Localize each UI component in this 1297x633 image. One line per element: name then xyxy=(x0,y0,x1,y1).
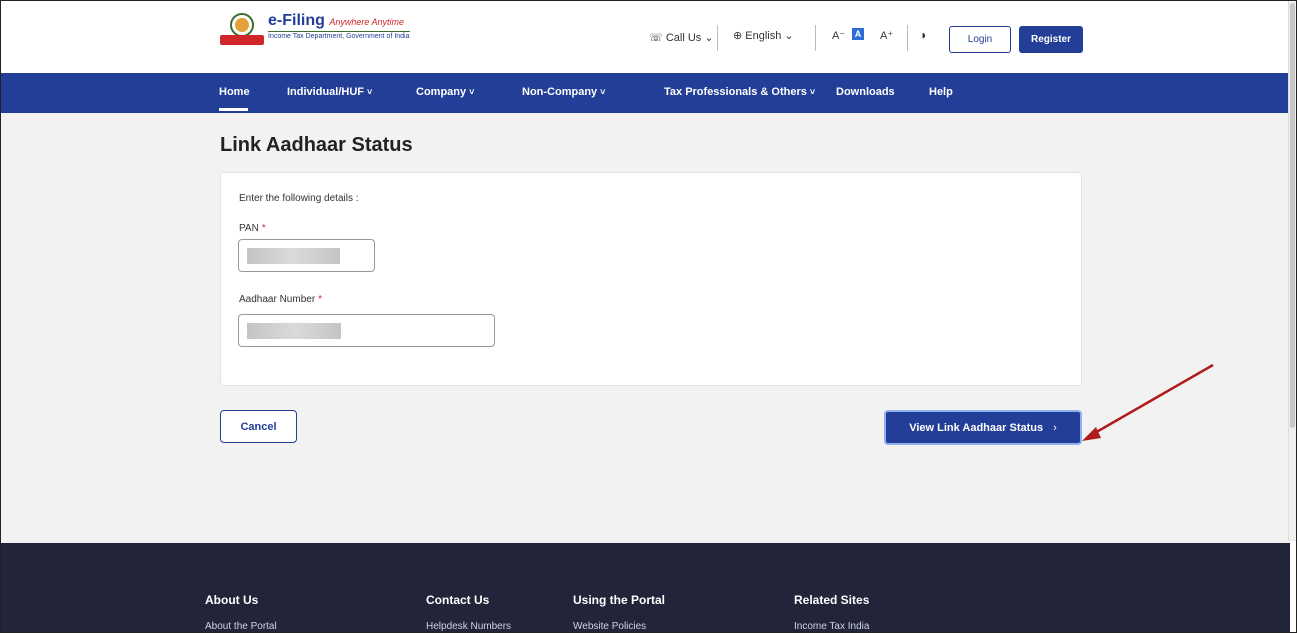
nav-home[interactable]: Home xyxy=(219,86,250,98)
divider xyxy=(907,25,908,51)
logo-subtitle: Income Tax Department, Government of Ind… xyxy=(268,31,410,40)
aadhaar-input[interactable] xyxy=(238,314,495,347)
logo-title: e-Filing Anywhere Anytime xyxy=(268,12,405,29)
pan-input[interactable] xyxy=(238,239,375,272)
call-us-dropdown[interactable]: ☏ Call Us ⌄ xyxy=(649,31,714,44)
main-content: Link Aadhaar Status Enter the following … xyxy=(1,113,1290,543)
divider xyxy=(717,25,718,51)
logo-tagline: Anywhere Anytime xyxy=(329,17,405,27)
login-button[interactable]: Login xyxy=(949,26,1011,53)
chevron-down-icon: ⌄ xyxy=(704,32,714,44)
nav-downloads[interactable]: Downloads xyxy=(836,86,895,98)
language-label: English xyxy=(745,30,782,42)
divider xyxy=(815,25,816,51)
chevron-down-icon: ⌄ xyxy=(784,30,794,42)
font-increase-button[interactable]: A⁺ xyxy=(880,29,893,42)
nav-tax-professionals[interactable]: Tax Professionals & Others ˅ xyxy=(664,86,815,98)
chevron-down-icon: ˅ xyxy=(600,87,606,97)
form-instruction: Enter the following details : xyxy=(239,193,359,204)
vertical-scrollbar[interactable] xyxy=(1288,1,1296,541)
footer-heading-contact: Contact Us xyxy=(426,593,490,607)
nav-non-company[interactable]: Non-Company ˅ xyxy=(522,86,605,98)
globe-icon: ⊕ xyxy=(733,30,743,42)
chevron-right-icon: › xyxy=(1053,421,1057,434)
browser-frame: e-Filing Anywhere Anytime Income Tax Dep… xyxy=(0,0,1297,633)
footer-link-income-tax-india[interactable]: Income Tax India xyxy=(794,621,869,632)
call-us-label: Call Us xyxy=(665,32,702,44)
nav-company[interactable]: Company ˅ xyxy=(416,86,474,98)
chevron-down-icon: ˅ xyxy=(809,87,816,97)
redacted-value xyxy=(247,248,340,264)
font-default-button[interactable]: A xyxy=(852,28,864,40)
site-footer: About Us About the Portal Contact Us Hel… xyxy=(1,543,1290,632)
cancel-button[interactable]: Cancel xyxy=(220,410,297,443)
efiling-logo[interactable]: e-Filing Anywhere Anytime Income Tax Dep… xyxy=(220,13,410,49)
nav-individual-huf[interactable]: Individual/HUF ˅ xyxy=(287,86,372,98)
footer-heading-about: About Us xyxy=(205,593,259,607)
font-decrease-button[interactable]: A⁻ xyxy=(832,29,845,42)
details-form-card: Enter the following details : PAN * Aadha… xyxy=(220,172,1082,386)
footer-link-helpdesk[interactable]: Helpdesk Numbers xyxy=(426,621,511,632)
chevron-down-icon: ˅ xyxy=(367,87,373,97)
pan-label: PAN * xyxy=(239,223,266,234)
required-asterisk: * xyxy=(261,223,266,234)
redacted-value xyxy=(247,323,341,339)
required-asterisk: * xyxy=(318,294,323,305)
aadhaar-label: Aadhaar Number * xyxy=(239,294,323,305)
page-title: Link Aadhaar Status xyxy=(220,134,413,156)
chevron-down-icon: ˅ xyxy=(469,87,475,97)
contrast-icon[interactable]: ◑ xyxy=(919,28,926,42)
footer-heading-related-sites: Related Sites xyxy=(794,593,870,607)
footer-heading-using-portal: Using the Portal xyxy=(573,593,666,607)
footer-link-about-portal[interactable]: About the Portal xyxy=(205,621,277,632)
footer-link-website-policies[interactable]: Website Policies xyxy=(573,621,646,632)
nav-help[interactable]: Help xyxy=(929,86,953,98)
phone-icon: ☏ xyxy=(649,32,663,44)
view-link-aadhaar-status-button[interactable]: View Link Aadhaar Status › xyxy=(884,410,1082,445)
emblem-icon xyxy=(220,13,264,49)
scrollbar-thumb[interactable] xyxy=(1290,3,1295,428)
top-header: e-Filing Anywhere Anytime Income Tax Dep… xyxy=(1,1,1290,73)
nav-active-indicator xyxy=(219,108,248,111)
register-button[interactable]: Register xyxy=(1019,26,1083,53)
main-nav: Home Individual/HUF ˅ Company ˅ Non-Compan… xyxy=(1,73,1290,113)
language-dropdown[interactable]: ⊕ English ⌄ xyxy=(733,29,794,42)
